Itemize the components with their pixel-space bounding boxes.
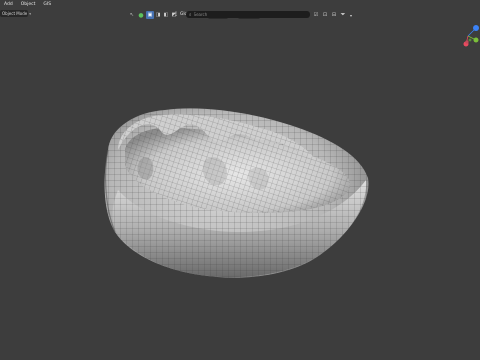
filter-icon[interactable]: ⏷ bbox=[339, 11, 347, 19]
mode-selector[interactable]: Object Mode ▾ bbox=[0, 10, 31, 17]
select-box-icon[interactable]: ▣ bbox=[146, 11, 154, 19]
object-dot-icon[interactable]: ● bbox=[137, 11, 145, 19]
3d-viewport[interactable]: Add Object GIS Object Mode ▾ ⟟ Global ▾ … bbox=[0, 0, 480, 360]
top-menu-bar: Add Object GIS bbox=[0, 0, 480, 9]
menu-object[interactable]: Object bbox=[21, 2, 36, 7]
navigation-gizmo[interactable] bbox=[456, 20, 480, 50]
select-extend-icon[interactable]: ◨ bbox=[154, 11, 162, 19]
search-input[interactable] bbox=[191, 11, 310, 18]
chevron-down-icon[interactable]: ▾ bbox=[347, 11, 355, 19]
search-field[interactable]: ⌕ bbox=[186, 11, 310, 18]
select-subtract-icon[interactable]: ◧ bbox=[162, 11, 170, 19]
chevron-down-icon: ▾ bbox=[29, 11, 31, 16]
mode-selector-label: Object Mode bbox=[2, 11, 28, 16]
cursor-icon[interactable]: ↖ bbox=[128, 11, 136, 19]
menu-add[interactable]: Add bbox=[4, 2, 13, 7]
camera-icon[interactable]: ⊡ bbox=[321, 11, 329, 19]
menu-gis[interactable]: GIS bbox=[43, 2, 51, 7]
select-mode-group: ↖ ● ▣ ◨ ◧ ◩ bbox=[128, 10, 188, 20]
grid-icon[interactable]: ⊟ bbox=[330, 11, 338, 19]
select-invert-icon[interactable]: ◩ bbox=[170, 11, 178, 19]
axis-gizmo-icon bbox=[463, 25, 479, 47]
header-right-icons: ☑ ⊡ ⊟ ⏷ ▾ bbox=[312, 10, 356, 20]
checkbox-icon[interactable]: ☑ bbox=[312, 11, 320, 19]
sculpt-mesh bbox=[104, 108, 369, 278]
